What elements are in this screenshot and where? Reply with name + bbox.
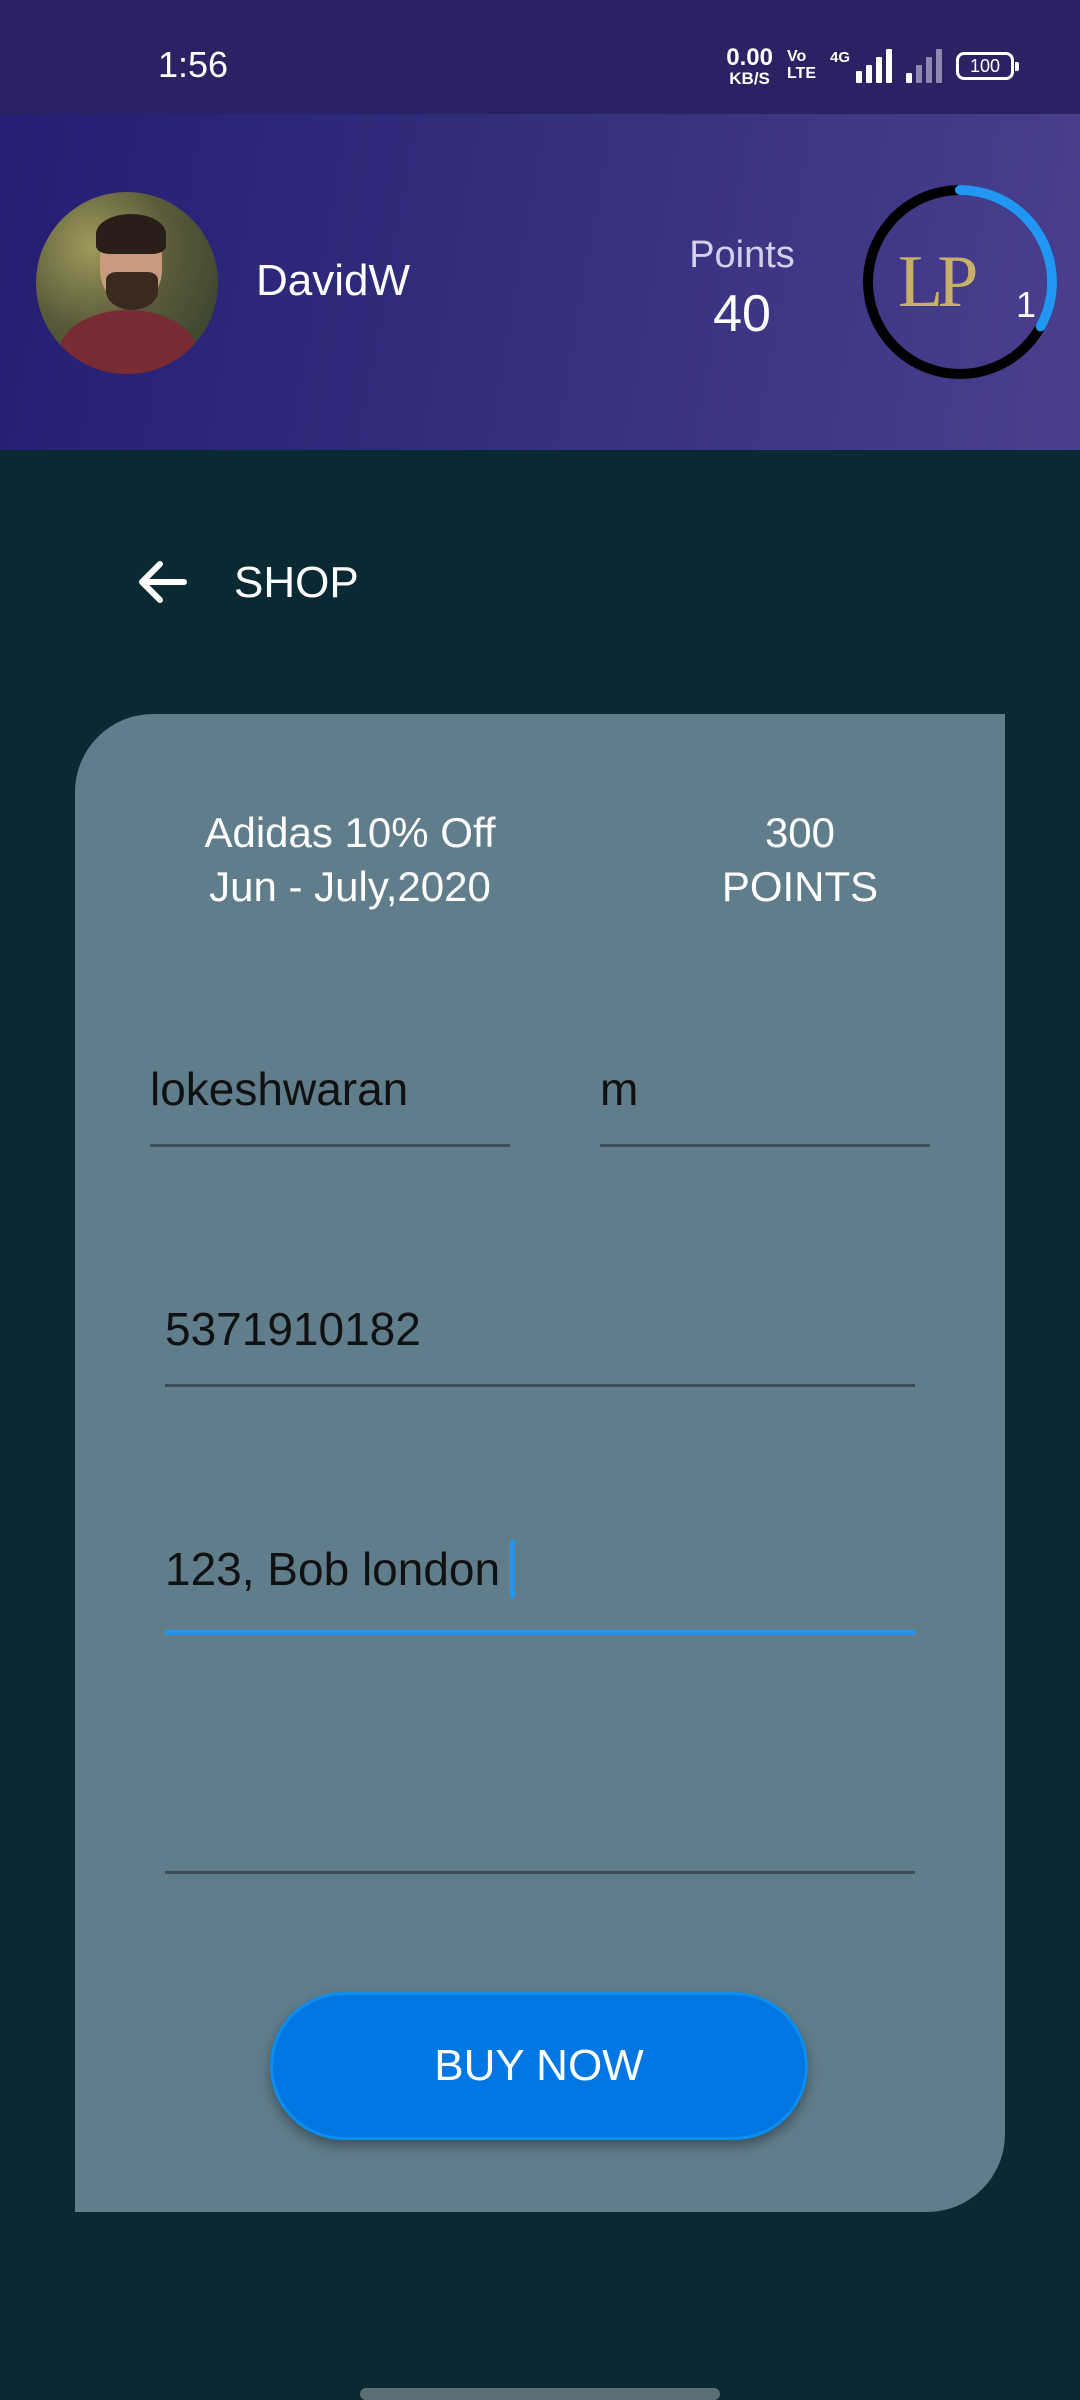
network-speed-value: 0.00: [726, 43, 773, 71]
gender-value: m: [600, 1063, 639, 1115]
level-logo: LP: [898, 241, 978, 323]
address-value: 123, Bob london: [165, 1543, 501, 1595]
arrow-left-icon: [139, 561, 187, 603]
phone-value: 5371910182: [165, 1303, 421, 1355]
battery-icon: 100: [956, 52, 1019, 80]
gender-field[interactable]: m: [600, 1062, 930, 1147]
buy-now-button[interactable]: BUY NOW: [270, 1992, 808, 2140]
offer-dates: Jun - July,2020: [209, 863, 491, 910]
address-field[interactable]: 123, Bob london: [165, 1539, 915, 1635]
volte-bottom: LTE: [786, 65, 816, 82]
first-name-value: lokeshwaran: [150, 1063, 409, 1115]
first-name-field[interactable]: lokeshwaran: [150, 1062, 510, 1147]
volte-icon: Vo LTE: [786, 48, 816, 83]
avatar[interactable]: [36, 192, 218, 374]
text-cursor: [510, 1539, 516, 1598]
network-type: 4G: [829, 49, 850, 66]
username: DavidW: [256, 256, 411, 305]
home-indicator[interactable]: [360, 2388, 720, 2400]
level-number: 1: [1016, 284, 1037, 325]
network-speed-unit: KB/S: [729, 68, 770, 88]
offer-title: Adidas 10% Off: [204, 809, 496, 856]
extra-field[interactable]: [165, 1790, 915, 1874]
points-value: 40: [713, 285, 771, 343]
signal-icon-dim: [906, 49, 942, 83]
network-speed: 0.00 KB/S: [726, 43, 773, 88]
battery-level: 100: [969, 55, 1001, 76]
status-bar: 1:56 0.00 KB/S Vo LTE 4G 100: [0, 0, 1080, 114]
offer-points-unit: POINTS: [721, 863, 879, 910]
points-label: Points: [689, 234, 795, 276]
signal-icon: 4G: [830, 49, 892, 83]
back-button[interactable]: [132, 552, 192, 612]
offer-points: 300: [764, 809, 836, 856]
status-icons: 0.00 KB/S Vo LTE 4G 100: [726, 43, 1019, 88]
page-title: SHOP: [234, 558, 359, 607]
shop-card: [75, 714, 1005, 2212]
volte-top: Vo: [786, 48, 807, 66]
phone-field[interactable]: 5371910182: [165, 1302, 915, 1387]
profile-header: DavidW Points 40 LP 1: [0, 114, 1080, 450]
status-time: 1:56: [158, 44, 229, 85]
